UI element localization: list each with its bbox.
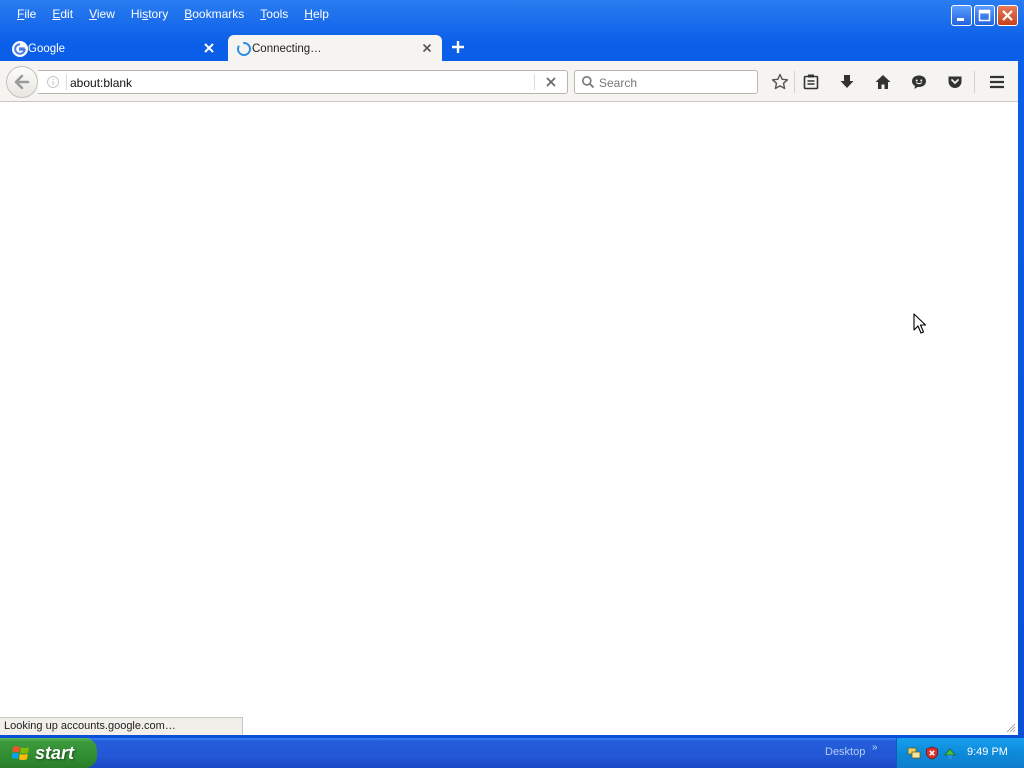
toolbar-separator [794,71,795,93]
info-icon[interactable] [46,75,60,89]
back-arrow-icon [14,74,30,90]
navigation-toolbar [0,61,1018,102]
menu-tools[interactable]: Tools [252,3,296,25]
stop-loading-icon[interactable] [544,75,558,89]
mouse-cursor-icon [913,313,927,334]
windows-logo-icon [12,746,29,761]
tab-connecting-label: Connecting… [252,42,322,55]
url-separator [66,74,67,90]
toolbar-separator [974,71,975,93]
tab-close-icon[interactable] [420,41,434,55]
chevron-right-icon[interactable]: » [872,742,878,753]
back-button[interactable] [6,66,38,98]
maximize-button[interactable] [974,5,995,26]
tab-connecting[interactable]: Connecting… [228,35,442,62]
update-tray-icon[interactable] [943,746,957,760]
menu-bookmarks[interactable]: Bookmarks [176,3,252,25]
bookmark-star-icon[interactable] [771,73,789,91]
tab-close-icon[interactable] [202,41,216,55]
menu-help[interactable]: Help [296,3,337,25]
desktop-toolbar-label[interactable]: Desktop [825,746,865,758]
menu-view[interactable]: View [81,3,123,25]
system-tray: 9:49 PM [896,738,1024,768]
system-clock[interactable]: 9:49 PM [967,746,1008,758]
browser-window: File Edit View History Bookmarks Tools H… [0,0,1024,738]
start-label: start [35,742,75,763]
search-input[interactable] [599,74,749,91]
hello-chat-icon[interactable] [910,73,928,91]
download-icon[interactable] [838,73,856,91]
pocket-icon[interactable] [946,73,964,91]
maximize-icon [978,9,991,22]
status-bar: Looking up accounts.google.com… [0,717,243,735]
search-icon [582,76,595,89]
close-icon [1002,10,1013,21]
loading-spinner-icon [237,42,251,56]
security-alert-tray-icon[interactable] [925,746,939,760]
url-input[interactable] [70,74,530,91]
google-favicon-icon [12,41,28,57]
new-tab-plus-icon[interactable] [449,38,467,56]
tab-strip: Google Connecting… [0,33,1024,62]
menu-file[interactable]: File [9,3,44,25]
network-tray-icon[interactable] [907,746,921,760]
minimize-icon [957,18,964,21]
tab-google[interactable]: Google [4,35,224,62]
resize-grip-icon[interactable] [1006,723,1016,733]
hamburger-menu-icon[interactable] [988,73,1006,91]
reading-list-icon[interactable] [802,73,820,91]
start-button[interactable]: start [0,738,97,768]
taskbar: start Desktop » 9:49 PM [0,738,1024,768]
minimize-button[interactable] [951,5,972,26]
window-caption-buttons [951,5,1018,26]
url-bar[interactable] [38,70,568,94]
url-separator [534,74,535,90]
home-icon[interactable] [874,73,892,91]
menu-edit[interactable]: Edit [44,3,81,25]
page-content[interactable]: Looking up accounts.google.com… [0,102,1018,735]
search-bar[interactable] [574,70,758,94]
menu-history[interactable]: History [123,3,176,25]
menu-bar: File Edit View History Bookmarks Tools H… [3,3,337,25]
close-window-button[interactable] [997,5,1018,26]
tab-google-label: Google [28,42,66,55]
